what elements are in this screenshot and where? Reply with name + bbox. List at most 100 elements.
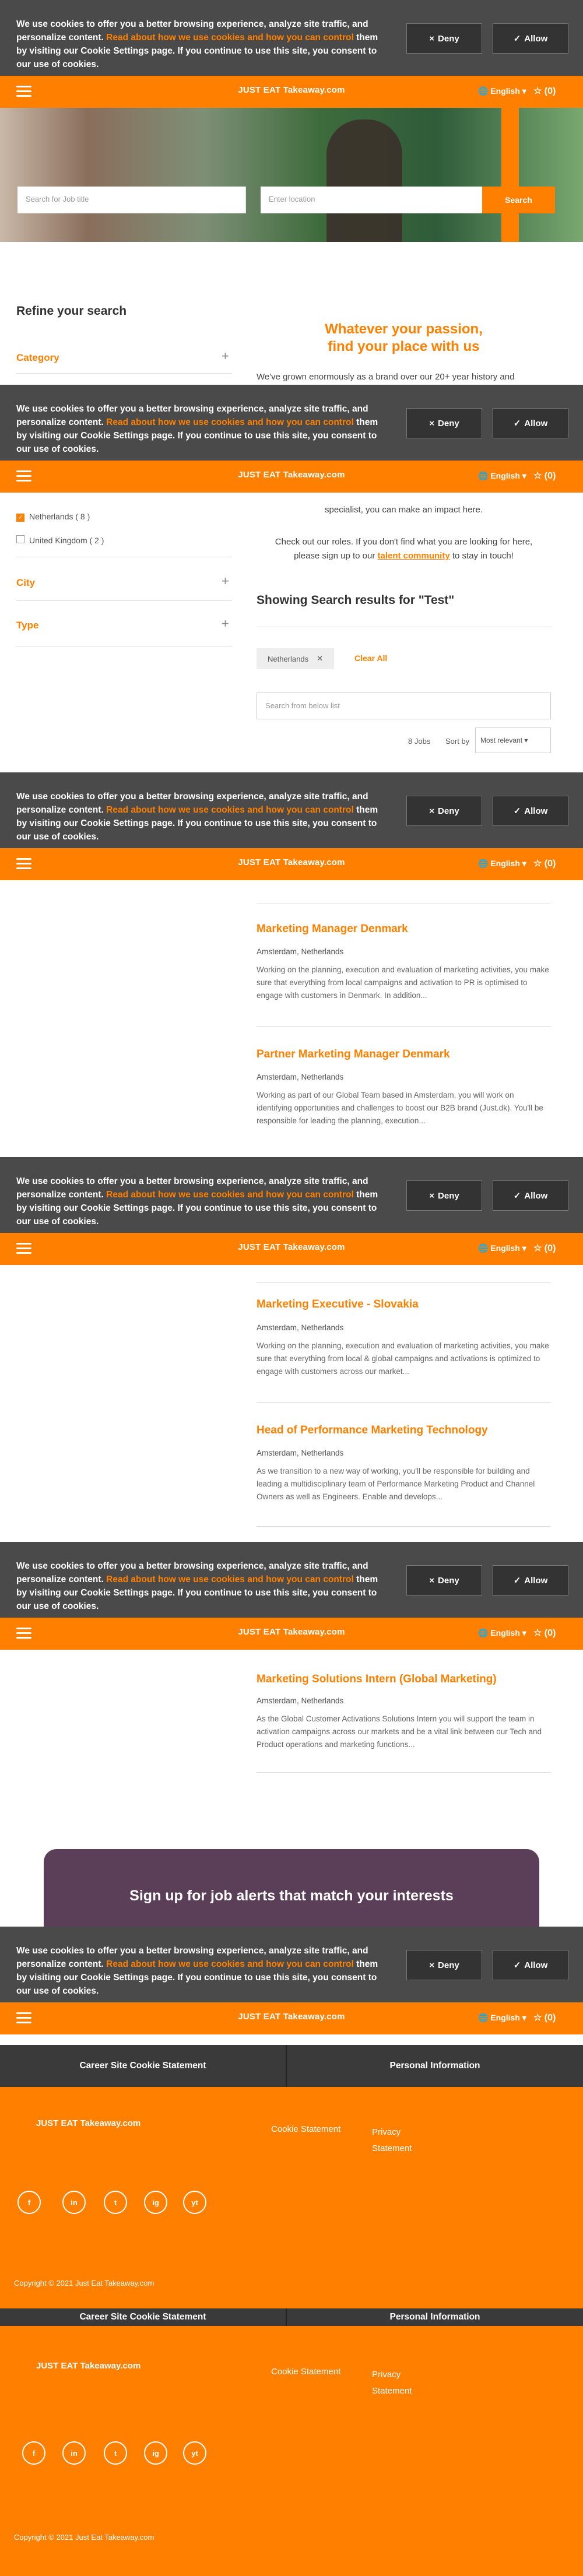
job-title-link[interactable]: Marketing Manager Denmark xyxy=(257,923,408,936)
cookie-text: We use cookies to offer you a better bro… xyxy=(16,792,378,842)
menu-icon[interactable] xyxy=(16,470,31,482)
filter-chip[interactable]: Netherlands ✕ xyxy=(257,648,334,669)
results-heading: Showing Search results for "Test" xyxy=(257,593,455,607)
language-selector[interactable]: 🌐 English ▾ xyxy=(478,2013,526,2023)
checkbox[interactable] xyxy=(16,535,24,543)
footer-cookie-statement[interactable]: Career Site Cookie Statement xyxy=(0,2045,286,2087)
job-title-input[interactable]: Search for Job title xyxy=(17,187,246,213)
linkedin-icon[interactable]: in xyxy=(62,2191,86,2214)
logo[interactable]: JUST EAT Takeaway.com xyxy=(210,1242,373,1252)
favorites-button[interactable]: ☆ (0) xyxy=(533,858,556,869)
cookie-text: We use cookies to offer you a better bro… xyxy=(16,1946,378,1996)
clear-all-link[interactable]: Clear All xyxy=(354,653,387,663)
facebook-icon[interactable]: f xyxy=(22,2441,45,2465)
plus-icon[interactable]: + xyxy=(222,349,229,364)
footer-logo[interactable]: JUST EAT Takeaway.com xyxy=(36,2118,141,2128)
menu-icon[interactable] xyxy=(16,1243,31,1254)
footer-link-privacy[interactable]: Privacy Statement xyxy=(372,2124,412,2157)
deny-button[interactable]: × Deny xyxy=(406,1180,482,1211)
cookie-link[interactable]: Read about how we use cookies and how yo… xyxy=(106,33,354,43)
allow-button[interactable]: ✓ Allow xyxy=(493,1565,568,1595)
filter-category[interactable]: Category xyxy=(16,352,59,364)
menu-icon[interactable] xyxy=(16,1628,31,1639)
deny-button[interactable]: × Deny xyxy=(406,23,482,54)
logo[interactable]: JUST EAT Takeaway.com xyxy=(210,858,373,867)
footer: JUST EAT Takeaway.com Cookie Statement P… xyxy=(0,2087,583,2315)
footer-bar: Career Site Cookie Statement Personal In… xyxy=(0,2045,583,2087)
linkedin-icon[interactable]: in xyxy=(62,2441,86,2465)
logo[interactable]: JUST EAT Takeaway.com xyxy=(210,470,373,480)
job-title-link[interactable]: Partner Marketing Manager Denmark xyxy=(257,1048,450,1061)
cookie-link[interactable]: Read about how we use cookies and how yo… xyxy=(106,417,354,427)
plus-icon[interactable]: + xyxy=(222,616,229,631)
language-selector[interactable]: 🌐 English ▾ xyxy=(478,859,526,869)
cookie-link[interactable]: Read about how we use cookies and how yo… xyxy=(106,1190,354,1200)
footer-link-cookie[interactable]: Cookie Statement xyxy=(271,2124,340,2134)
logo[interactable]: JUST EAT Takeaway.com xyxy=(210,2012,373,2022)
logo[interactable]: JUST EAT Takeaway.com xyxy=(210,1627,373,1637)
deny-button[interactable]: × Deny xyxy=(406,408,482,438)
footer-cookie-statement[interactable]: Career Site Cookie Statement xyxy=(0,2308,286,2326)
job-title-link[interactable]: Head of Performance Marketing Technology xyxy=(257,1424,488,1437)
checkbox-checked[interactable]: ✓ xyxy=(16,514,24,522)
favorites-button[interactable]: ☆ (0) xyxy=(533,1627,556,1639)
plus-icon[interactable]: + xyxy=(222,574,229,589)
cookie-text: We use cookies to offer you a better bro… xyxy=(16,404,378,454)
job-description: Working on the planning, execution and e… xyxy=(257,965,549,1000)
cookie-link[interactable]: Read about how we use cookies and how yo… xyxy=(106,1959,354,1969)
twitter-icon[interactable]: t xyxy=(104,2191,127,2214)
twitter-icon[interactable]: t xyxy=(104,2441,127,2465)
deny-button[interactable]: × Deny xyxy=(406,1565,482,1595)
cookie-link[interactable]: Read about how we use cookies and how yo… xyxy=(106,1575,354,1584)
instagram-icon[interactable]: ig xyxy=(144,2441,167,2465)
intro-text: We've grown enormously as a brand over o… xyxy=(257,372,515,382)
language-selector[interactable]: 🌐 English ▾ xyxy=(478,471,526,481)
filter-type[interactable]: Type xyxy=(16,620,38,631)
cookie-link[interactable]: Read about how we use cookies and how yo… xyxy=(106,805,354,815)
filter-city[interactable]: City xyxy=(16,577,35,589)
deny-button[interactable]: × Deny xyxy=(406,1950,482,1980)
allow-button[interactable]: ✓ Allow xyxy=(493,408,568,438)
footer-link-privacy[interactable]: Privacy Statement xyxy=(372,2367,412,2399)
allow-button[interactable]: ✓ Allow xyxy=(493,796,568,826)
search-button[interactable]: Search xyxy=(482,187,555,213)
favorites-button[interactable]: ☆ (0) xyxy=(533,85,556,97)
job-description: Working on the planning, execution and e… xyxy=(257,1341,549,1376)
sort-select[interactable]: Most relevant ▾ xyxy=(475,728,551,753)
menu-icon[interactable] xyxy=(16,86,31,97)
menu-icon[interactable] xyxy=(16,2012,31,2024)
job-title-link[interactable]: Marketing Executive - Slovakia xyxy=(257,1298,419,1311)
favorites-button[interactable]: ☆ (0) xyxy=(533,1242,556,1254)
allow-button[interactable]: ✓ Allow xyxy=(493,1950,568,1980)
job-title-link[interactable]: Marketing Solutions Intern (Global Marke… xyxy=(257,1673,497,1686)
job-alerts-panel: Sign up for job alerts that match your i… xyxy=(44,1849,539,1927)
logo[interactable]: JUST EAT Takeaway.com xyxy=(210,85,373,95)
youtube-icon[interactable]: yt xyxy=(183,2191,206,2214)
instagram-icon[interactable]: ig xyxy=(144,2191,167,2214)
language-selector[interactable]: 🌐 English ▾ xyxy=(478,86,526,96)
footer-personal-info[interactable]: Personal Information xyxy=(287,2045,583,2087)
youtube-icon[interactable]: yt xyxy=(183,2441,206,2465)
facebook-icon[interactable]: f xyxy=(17,2191,41,2214)
language-selector[interactable]: 🌐 English ▾ xyxy=(478,1243,526,1253)
location-input[interactable]: Enter location xyxy=(261,187,482,213)
language-selector[interactable]: 🌐 English ▾ xyxy=(478,1628,526,1638)
menu-icon[interactable] xyxy=(16,858,31,870)
favorites-button[interactable]: ☆ (0) xyxy=(533,470,556,482)
close-icon[interactable]: ✕ xyxy=(317,654,323,663)
footer-link-cookie[interactable]: Cookie Statement xyxy=(271,2367,340,2377)
deny-button[interactable]: × Deny xyxy=(406,796,482,826)
cookie-banner: We use cookies to offer you a better bro… xyxy=(0,0,583,76)
favorites-button[interactable]: ☆ (0) xyxy=(533,2012,556,2023)
footer-logo[interactable]: JUST EAT Takeaway.com xyxy=(36,2361,141,2371)
allow-button[interactable]: ✓ Allow xyxy=(493,1180,568,1211)
intro-headline: Whatever your passion, find your place wi… xyxy=(325,321,483,354)
job-location: Amsterdam, Netherlands xyxy=(257,947,344,956)
country-option[interactable]: ✓ Netherlands ( 8 ) xyxy=(16,512,90,522)
footer-personal-info[interactable]: Personal Information xyxy=(287,2308,583,2326)
cookie-banner: We use cookies to offer you a better bro… xyxy=(0,1542,583,1618)
talent-community-link[interactable]: talent community xyxy=(378,551,450,561)
list-search-input[interactable]: Search from below list xyxy=(257,693,551,719)
country-option[interactable]: United Kingdom ( 2 ) xyxy=(16,535,104,545)
allow-button[interactable]: ✓ Allow xyxy=(493,23,568,54)
